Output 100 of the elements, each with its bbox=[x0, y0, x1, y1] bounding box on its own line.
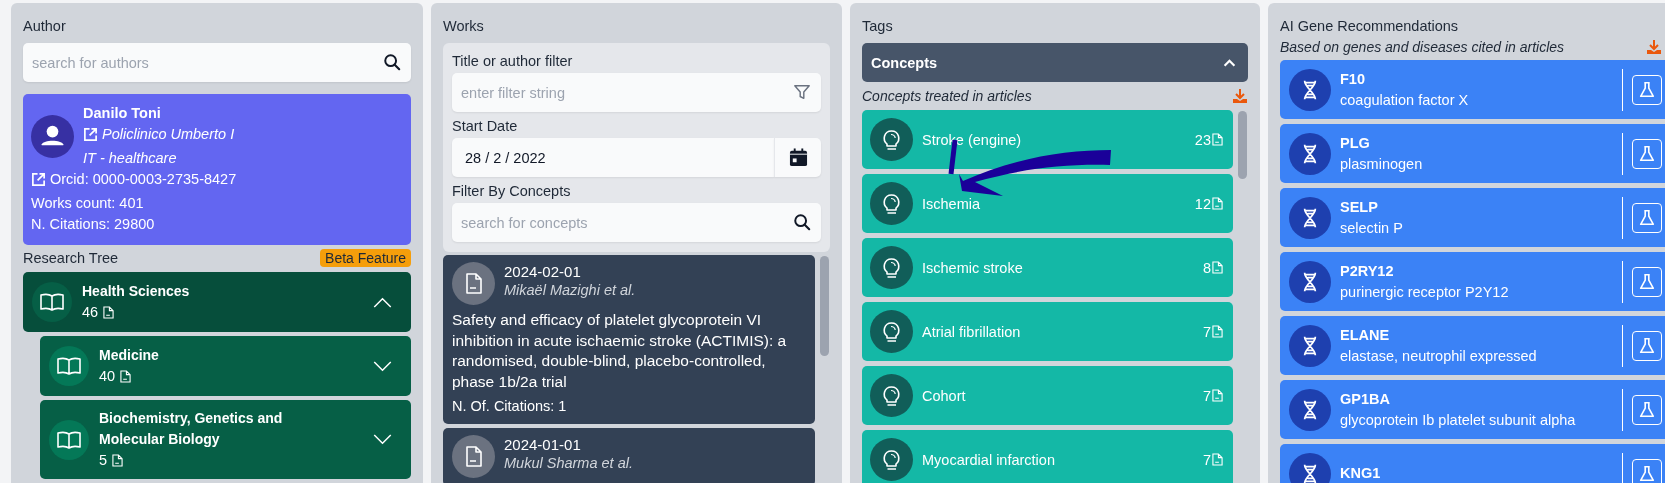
concept-label: Ischemia bbox=[922, 195, 982, 212]
concept-label: Atrial fibrillation bbox=[922, 323, 1022, 340]
gene-item[interactable]: ELANE elastase, neutrophil expressed bbox=[1280, 316, 1665, 375]
gene-item[interactable]: PLG plasminogen bbox=[1280, 124, 1665, 183]
gene-symbol: SELP bbox=[1340, 197, 1379, 217]
concept-item[interactable]: Ischemic stroke 8 bbox=[862, 238, 1233, 297]
lightbulb-icon bbox=[870, 182, 913, 225]
concept-item[interactable]: Atrial fibrillation 7 bbox=[862, 302, 1233, 361]
institution-link[interactable]: Policlinico Umberto I bbox=[83, 124, 235, 145]
flask-icon bbox=[1638, 272, 1656, 291]
document-icon bbox=[1212, 325, 1223, 338]
chevron-up-icon[interactable] bbox=[1223, 58, 1236, 67]
dna-icon bbox=[1289, 68, 1331, 111]
document-icon bbox=[1212, 261, 1223, 274]
gene-item[interactable]: P2RY12 purinergic receptor P2Y12 bbox=[1280, 252, 1665, 311]
flask-button[interactable] bbox=[1632, 74, 1662, 105]
node-label: Medicine bbox=[99, 346, 160, 365]
concept-item[interactable]: Cohort 7 bbox=[862, 366, 1233, 425]
date-field[interactable]: 28 / 2 / 2022 bbox=[452, 138, 774, 177]
document-icon bbox=[452, 435, 495, 478]
search-icon[interactable] bbox=[383, 53, 401, 71]
section-header[interactable]: Concepts bbox=[862, 43, 1248, 82]
section-subtitle: Concepts treated in articles bbox=[862, 87, 1032, 105]
concept-label: Cohort bbox=[922, 387, 967, 404]
tree-node[interactable]: Medicine 40 bbox=[40, 336, 411, 396]
document-count: 7 bbox=[1202, 387, 1211, 404]
lightbulb-icon bbox=[870, 374, 913, 417]
work-authors: Mikaël Mazighi et al. bbox=[504, 281, 636, 300]
gene-item[interactable]: SELP selectin P bbox=[1280, 188, 1665, 247]
scrollbar[interactable] bbox=[1238, 111, 1247, 179]
calendar-icon bbox=[788, 148, 808, 167]
works-count: Works count: 401 bbox=[31, 194, 145, 213]
gene-item[interactable]: KNG1 bbox=[1280, 444, 1665, 483]
work-title: Safety and efficacy of platelet glycoprotein VI inhibition in acute ischaemic stroke (ACTIMIS): a randomised, double-blind, placebo-controlled, phase 1b/2a trial bbox=[452, 310, 788, 392]
work-card[interactable]: 2024-01-01 Mukul Sharma et al. bbox=[443, 428, 815, 483]
document-icon bbox=[103, 306, 115, 319]
flask-icon bbox=[1638, 336, 1656, 355]
field-label: Title or author filter bbox=[452, 52, 574, 70]
lightbulb-icon bbox=[870, 310, 913, 353]
gene-name: glycoprotein Ib platelet subunit alpha bbox=[1340, 410, 1577, 430]
download-icon[interactable] bbox=[1646, 39, 1662, 55]
tree-node[interactable]: Biochemistry, Genetics and Molecular Biology 5 bbox=[40, 400, 411, 479]
search-field[interactable]: search for concepts bbox=[452, 203, 821, 242]
search-field[interactable]: search for authors bbox=[23, 43, 411, 82]
concept-item[interactable]: Ischemia 12 bbox=[862, 174, 1233, 233]
document-icon bbox=[1212, 453, 1223, 466]
document-count: 8 bbox=[1202, 259, 1211, 276]
orcid-link[interactable]: Orcid: 0000-0003-2735-8427 bbox=[31, 169, 237, 190]
document-count: 7 bbox=[1202, 451, 1211, 468]
document-icon bbox=[120, 370, 132, 383]
gene-symbol: KNG1 bbox=[1340, 464, 1382, 483]
concept-item[interactable]: Myocardial infarction 7 bbox=[862, 430, 1233, 483]
gene-symbol: P2RY12 bbox=[1340, 261, 1395, 281]
concept-label: Ischemic stroke bbox=[922, 259, 1024, 276]
citations-count: N. Of. Citations: 1 bbox=[452, 397, 568, 416]
gene-symbol: PLG bbox=[1340, 133, 1371, 153]
panel-title: AI Gene Recommendations bbox=[1280, 17, 1460, 35]
gene-item[interactable]: GP1BA glycoprotein Ib platelet subunit alpha bbox=[1280, 380, 1665, 439]
concept-label: Myocardial infarction bbox=[922, 451, 1056, 468]
chevron-up-icon[interactable] bbox=[373, 296, 392, 308]
concept-item[interactable]: Stroke (engine) 23 bbox=[862, 110, 1233, 169]
filter-field[interactable]: enter filter string bbox=[452, 73, 821, 112]
scrollbar[interactable] bbox=[820, 256, 829, 356]
dna-icon bbox=[1289, 196, 1331, 239]
gene-name: coagulation factor X bbox=[1340, 90, 1470, 110]
citations-count: N. Citations: 29800 bbox=[31, 215, 156, 234]
work-card[interactable] bbox=[443, 255, 815, 424]
download-icon[interactable] bbox=[1232, 88, 1248, 104]
calendar-button[interactable] bbox=[774, 138, 821, 177]
author-name: Danilo Toni bbox=[83, 104, 162, 123]
flask-button[interactable] bbox=[1632, 266, 1662, 297]
concept-label: Stroke (engine) bbox=[922, 131, 1023, 148]
chevron-down-icon[interactable] bbox=[373, 434, 392, 445]
gene-item[interactable]: F10 coagulation factor X bbox=[1280, 60, 1665, 119]
flask-icon bbox=[1638, 464, 1656, 483]
work-date: 2024-02-01 bbox=[504, 262, 582, 281]
beta-badge: Beta Feature bbox=[320, 249, 411, 267]
lightbulb-icon bbox=[870, 246, 913, 289]
chevron-down-icon[interactable] bbox=[373, 360, 392, 372]
gene-name: plasminogen bbox=[1340, 154, 1424, 174]
filter-icon bbox=[793, 83, 811, 101]
node-label: Biochemistry, Genetics and Molecular Biology bbox=[99, 409, 284, 449]
tree-node[interactable]: Health Sciences 46 bbox=[23, 272, 411, 332]
flask-button[interactable] bbox=[1632, 458, 1662, 483]
user-avatar-icon bbox=[31, 115, 74, 158]
flask-button[interactable] bbox=[1632, 202, 1662, 233]
flask-button[interactable] bbox=[1632, 330, 1662, 361]
document-count: 46 bbox=[82, 303, 99, 322]
gene-name: elastase, neutrophil expressed bbox=[1340, 346, 1538, 366]
flask-icon bbox=[1638, 400, 1656, 419]
flask-icon bbox=[1638, 80, 1656, 99]
document-icon bbox=[452, 262, 495, 305]
document-icon bbox=[1212, 133, 1223, 146]
panel-title: Works bbox=[443, 17, 485, 35]
flask-button[interactable] bbox=[1632, 394, 1662, 425]
field-label: Filter By Concepts bbox=[452, 182, 572, 200]
flask-button[interactable] bbox=[1632, 138, 1662, 169]
document-count: 23 bbox=[1194, 131, 1211, 148]
document-icon bbox=[1212, 389, 1223, 402]
search-icon[interactable] bbox=[793, 213, 811, 231]
